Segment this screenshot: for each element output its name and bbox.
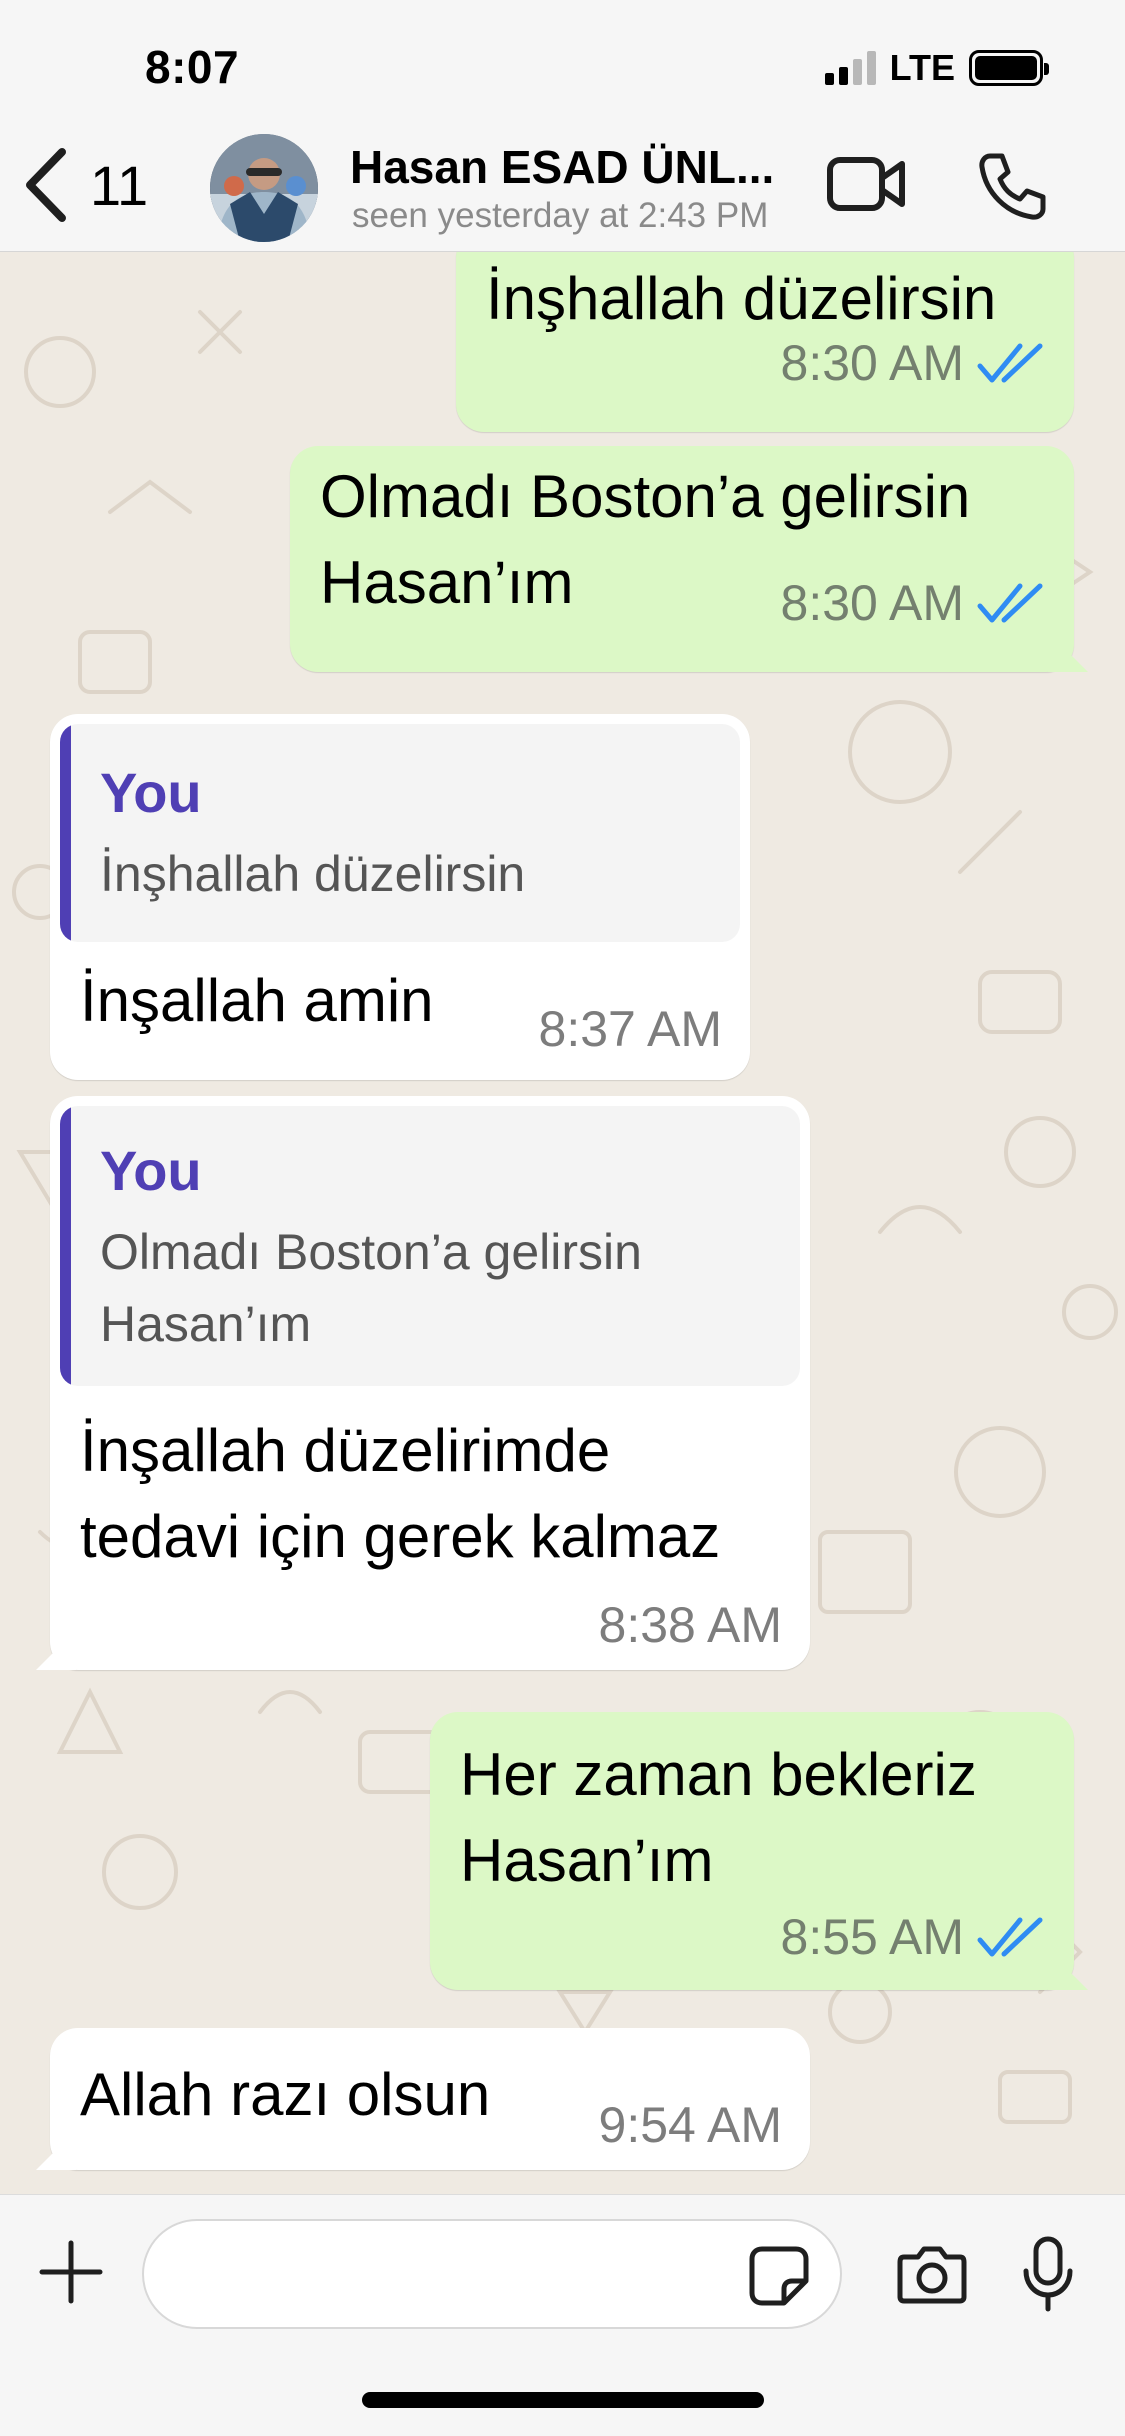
quote-accent-bar (60, 1106, 71, 1386)
sticker-icon[interactable] (748, 2245, 810, 2307)
double-check-icon (977, 343, 1043, 383)
message-time: 8:37 AM (538, 1001, 722, 1057)
message-time: 9:54 AM (598, 2097, 782, 2153)
status-bar-time: 8:07 (145, 41, 240, 93)
message-input[interactable] (142, 2219, 842, 2329)
signal-strength-icon (824, 51, 876, 85)
camera-icon[interactable] (896, 2243, 968, 2305)
incoming-message[interactable]: You Olmadı Boston’a gelirsin Hasan’ım İn… (36, 1096, 810, 1670)
message-time: 8:55 AM (780, 1909, 964, 1965)
message-text: Allah razı olsun (80, 2061, 491, 2128)
message-time: 8:38 AM (598, 1597, 782, 1653)
battery-icon (969, 50, 1049, 86)
outgoing-message[interactable]: İnşhallah düzelirsin 8:30 AM (456, 252, 1074, 432)
chevron-left-icon (26, 148, 66, 222)
quote-author: You (100, 761, 202, 824)
avatar-photo (210, 134, 318, 242)
plus-icon[interactable] (38, 2239, 104, 2305)
message-meta: 8:37 AM (539, 1000, 722, 1058)
message-list[interactable]: İnşhallah düzelirsin 8:30 AM Olmadı Bost… (0, 252, 1125, 2194)
quote-accent-bar (60, 724, 71, 942)
message-text-line: tedavi için gerek kalmaz (80, 1503, 721, 1570)
chat-header: 8:07 LTE 11 Hasan ESAD ÜNL... seen yeste… (0, 0, 1125, 252)
quote-text: İnşhallah düzelirsin (100, 846, 526, 902)
video-camera-icon[interactable] (826, 150, 906, 220)
quoted-message[interactable]: You Olmadı Boston’a gelirsin Hasan’ım (60, 1106, 800, 1386)
microphone-icon[interactable] (1020, 2235, 1076, 2315)
quote-text-line: Olmadı Boston’a gelirsin (100, 1224, 642, 1280)
status-bar-indicators: LTE (824, 46, 1049, 90)
message-text-line: İnşallah düzelirimde (80, 1417, 611, 1484)
incoming-message[interactable]: You İnşhallah düzelirsin İnşallah amin 8… (50, 714, 750, 1080)
message-time: 8:30 AM (780, 335, 964, 391)
message-meta: 8:55 AM (781, 1908, 1048, 1966)
phone-icon[interactable] (976, 150, 1048, 222)
unread-chats-count: 11 (90, 153, 149, 217)
message-meta: 8:30 AM (781, 574, 1048, 632)
double-check-icon (977, 1917, 1043, 1957)
message-text-line: Her zaman bekleriz (460, 1741, 977, 1808)
message-text: İnşhallah düzelirsin (486, 265, 997, 332)
message-text-line: Hasan’ım (320, 549, 574, 616)
quoted-message[interactable]: You İnşhallah düzelirsin (60, 724, 740, 942)
incoming-message[interactable]: Allah razı olsun 9:54 AM (36, 2028, 810, 2170)
contact-avatar[interactable] (210, 134, 318, 242)
quote-text-line: Hasan’ım (100, 1296, 312, 1352)
double-check-icon (977, 583, 1043, 623)
message-text: İnşallah amin (80, 967, 434, 1034)
message-text-line: Olmadı Boston’a gelirsin (320, 463, 971, 530)
message-time: 8:30 AM (780, 575, 964, 631)
message-meta: 8:30 AM (781, 334, 1048, 392)
quote-author: You (100, 1139, 202, 1202)
message-text-line: Hasan’ım (460, 1827, 714, 1894)
message-meta: 9:54 AM (599, 2096, 782, 2154)
contact-last-seen: seen yesterday at 2:43 PM (352, 196, 769, 235)
outgoing-message[interactable]: Olmadı Boston’a gelirsin Hasan’ım 8:30 A… (290, 446, 1088, 672)
outgoing-message[interactable]: Her zaman bekleriz Hasan’ım 8:55 AM (430, 1712, 1088, 1990)
home-indicator (362, 2392, 764, 2408)
message-meta: 8:38 AM (599, 1596, 782, 1654)
back-button[interactable]: 11 (22, 145, 148, 225)
network-type-label: LTE (889, 47, 955, 88)
contact-name[interactable]: Hasan ESAD ÜNL... (350, 140, 774, 194)
